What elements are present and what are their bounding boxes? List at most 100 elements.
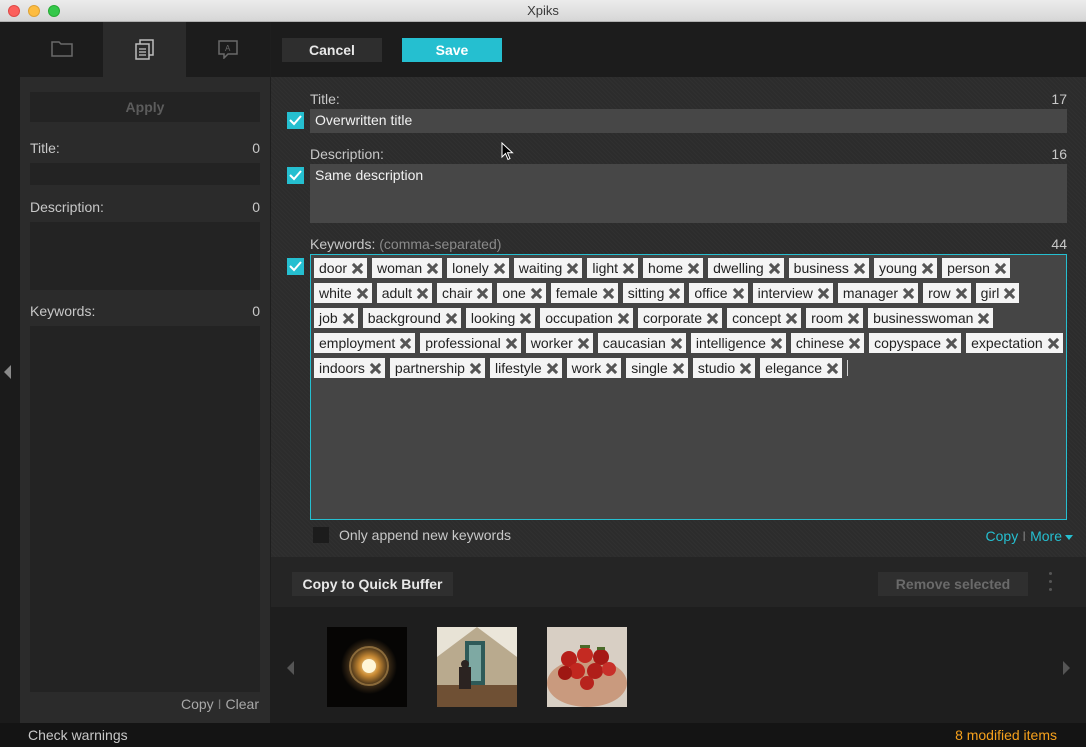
left-title-input[interactable] bbox=[30, 163, 260, 185]
remove-keyword-icon[interactable] bbox=[547, 363, 558, 374]
remove-keyword-icon[interactable] bbox=[494, 263, 505, 274]
remove-keyword-icon[interactable] bbox=[567, 263, 578, 274]
keyword-chip[interactable]: person bbox=[942, 258, 1010, 278]
remove-keyword-icon[interactable] bbox=[903, 288, 914, 299]
remove-keyword-icon[interactable] bbox=[470, 363, 481, 374]
remove-keyword-icon[interactable] bbox=[818, 288, 829, 299]
keyword-chip[interactable]: young bbox=[873, 258, 938, 278]
remove-keyword-icon[interactable] bbox=[786, 313, 797, 324]
remove-keyword-icon[interactable] bbox=[740, 363, 751, 374]
keywords-checkbox[interactable] bbox=[287, 258, 304, 275]
left-keywords-input[interactable] bbox=[30, 326, 260, 692]
keyword-chip[interactable]: row bbox=[923, 283, 971, 303]
more-menu-link[interactable]: More bbox=[1030, 528, 1073, 544]
artwork-thumbnail[interactable] bbox=[547, 627, 627, 707]
apply-button[interactable]: Apply bbox=[30, 92, 260, 122]
tab-quick-buffer[interactable]: A bbox=[186, 22, 269, 77]
remove-keyword-icon[interactable] bbox=[922, 263, 933, 274]
keyword-chip[interactable]: worker bbox=[525, 333, 593, 353]
keyword-chip[interactable]: work bbox=[566, 358, 622, 378]
keyword-chip[interactable]: lifestyle bbox=[489, 358, 562, 378]
keyword-chip[interactable]: corporate bbox=[637, 308, 723, 328]
remove-keyword-icon[interactable] bbox=[427, 263, 438, 274]
keyword-chip[interactable]: businesswoman bbox=[868, 308, 994, 328]
keyword-chip[interactable]: partnership bbox=[389, 358, 485, 378]
keyword-chip[interactable]: lonely bbox=[447, 258, 509, 278]
remove-keyword-icon[interactable] bbox=[854, 263, 865, 274]
remove-keyword-icon[interactable] bbox=[400, 338, 411, 349]
keyword-chip[interactable]: indoors bbox=[314, 358, 385, 378]
remove-keyword-icon[interactable] bbox=[520, 313, 531, 324]
remove-keyword-icon[interactable] bbox=[978, 313, 989, 324]
cancel-button[interactable]: Cancel bbox=[282, 38, 382, 62]
tab-files[interactable] bbox=[20, 22, 103, 77]
remove-keyword-icon[interactable] bbox=[946, 338, 957, 349]
remove-keyword-icon[interactable] bbox=[343, 313, 354, 324]
keyword-chip[interactable]: white bbox=[314, 283, 372, 303]
remove-keyword-icon[interactable] bbox=[827, 363, 838, 374]
collapse-strip[interactable] bbox=[0, 22, 20, 723]
remove-keyword-icon[interactable] bbox=[848, 313, 859, 324]
remove-keyword-icon[interactable] bbox=[769, 263, 780, 274]
keyword-chip[interactable]: waiting bbox=[513, 258, 583, 278]
scroll-left-arrow-icon[interactable] bbox=[287, 661, 294, 675]
keyword-chip[interactable]: single bbox=[626, 358, 688, 378]
remove-keyword-icon[interactable] bbox=[603, 288, 614, 299]
more-options-icon[interactable] bbox=[1049, 572, 1053, 596]
tab-combined-edit[interactable] bbox=[103, 22, 186, 77]
keyword-chip[interactable]: copyspace bbox=[869, 333, 962, 353]
remove-keyword-icon[interactable] bbox=[733, 288, 744, 299]
keyword-chip[interactable]: girl bbox=[975, 283, 1020, 303]
remove-keyword-icon[interactable] bbox=[446, 313, 457, 324]
keyword-chip[interactable]: concept bbox=[727, 308, 802, 328]
check-warnings-link[interactable]: Check warnings bbox=[28, 727, 128, 743]
left-description-input[interactable] bbox=[30, 222, 260, 290]
keyword-chip[interactable]: chair bbox=[437, 283, 493, 303]
remove-keyword-icon[interactable] bbox=[506, 338, 517, 349]
remove-keyword-icon[interactable] bbox=[357, 288, 368, 299]
keyword-chip[interactable]: occupation bbox=[540, 308, 633, 328]
keyword-chip[interactable]: dwelling bbox=[708, 258, 784, 278]
left-clear-link[interactable]: Clear bbox=[226, 696, 259, 712]
minimize-window-button[interactable] bbox=[28, 5, 40, 17]
keyword-chip[interactable]: interview bbox=[752, 283, 833, 303]
description-checkbox[interactable] bbox=[287, 167, 304, 184]
remove-keyword-icon[interactable] bbox=[995, 263, 1006, 274]
keyword-chip[interactable]: room bbox=[806, 308, 864, 328]
keyword-chip[interactable]: chinese bbox=[790, 333, 865, 353]
remove-keyword-icon[interactable] bbox=[417, 288, 428, 299]
keyword-chip[interactable]: home bbox=[643, 258, 704, 278]
keyword-chip[interactable]: job bbox=[314, 308, 358, 328]
close-window-button[interactable] bbox=[8, 5, 20, 17]
title-input[interactable]: Overwritten title bbox=[310, 109, 1067, 133]
description-input[interactable]: Same description bbox=[310, 164, 1067, 223]
keyword-chip[interactable]: intelligence bbox=[690, 333, 786, 353]
copy-to-quick-buffer-button[interactable]: Copy to Quick Buffer bbox=[292, 572, 453, 596]
save-button[interactable]: Save bbox=[402, 38, 502, 62]
artwork-thumbnail[interactable] bbox=[327, 627, 407, 707]
keyword-chip[interactable]: studio bbox=[692, 358, 756, 378]
remove-keyword-icon[interactable] bbox=[477, 288, 488, 299]
keyword-chip[interactable]: looking bbox=[465, 308, 536, 328]
remove-keyword-icon[interactable] bbox=[707, 313, 718, 324]
remove-keyword-icon[interactable] bbox=[618, 313, 629, 324]
remove-keyword-icon[interactable] bbox=[578, 338, 589, 349]
keyword-chip[interactable]: adult bbox=[376, 283, 433, 303]
remove-keyword-icon[interactable] bbox=[370, 363, 381, 374]
scroll-right-arrow-icon[interactable] bbox=[1063, 661, 1070, 675]
remove-keyword-icon[interactable] bbox=[669, 288, 680, 299]
remove-keyword-icon[interactable] bbox=[352, 263, 363, 274]
artwork-thumbnail[interactable] bbox=[437, 627, 517, 707]
keyword-chip[interactable]: caucasian bbox=[597, 333, 686, 353]
remove-keyword-icon[interactable] bbox=[606, 363, 617, 374]
left-copy-link[interactable]: Copy bbox=[181, 696, 214, 712]
keyword-chip[interactable]: professional bbox=[420, 333, 521, 353]
remove-keyword-icon[interactable] bbox=[771, 338, 782, 349]
keyword-chip[interactable]: woman bbox=[372, 258, 443, 278]
modified-items-link[interactable]: 8 modified items bbox=[955, 727, 1057, 743]
title-checkbox[interactable] bbox=[287, 112, 304, 129]
zoom-window-button[interactable] bbox=[48, 5, 60, 17]
keyword-chip[interactable]: elegance bbox=[760, 358, 842, 378]
keyword-chip[interactable]: background bbox=[362, 308, 461, 328]
keyword-chip[interactable]: office bbox=[689, 283, 748, 303]
